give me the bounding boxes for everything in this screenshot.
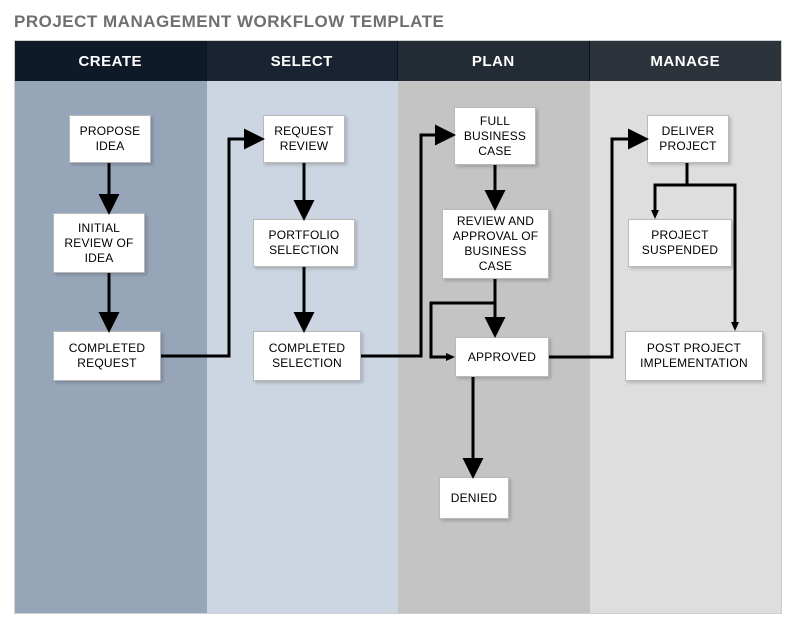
column-header-manage: MANAGE (590, 41, 782, 81)
node-full-business-case: FULL BUSINESS CASE (454, 107, 536, 165)
node-post-project-impl: POST PROJECT IMPLEMENTATION (625, 331, 763, 381)
node-completed-request: COMPLETED REQUEST (53, 331, 161, 381)
workflow-board: CREATE SELECT PLAN MANAGE PROPOSE IDEA I… (14, 40, 782, 614)
node-denied: DENIED (439, 477, 509, 519)
node-initial-review: INITIAL REVIEW OF IDEA (53, 213, 145, 273)
node-request-review: REQUEST REVIEW (263, 115, 345, 163)
node-deliver-project: DELIVER PROJECT (647, 115, 729, 163)
column-header-plan: PLAN (398, 41, 590, 81)
node-project-suspended: PROJECT SUSPENDED (628, 219, 732, 267)
column-header-select: SELECT (207, 41, 399, 81)
page-title: PROJECT MANAGEMENT WORKFLOW TEMPLATE (14, 12, 782, 32)
node-propose-idea: PROPOSE IDEA (69, 115, 151, 163)
node-review-approval: REVIEW AND APPROVAL OF BUSINESS CASE (442, 209, 549, 279)
node-approved: APPROVED (455, 337, 549, 377)
column-header-create: CREATE (15, 41, 207, 81)
node-portfolio-selection: PORTFOLIO SELECTION (253, 219, 355, 267)
node-completed-selection: COMPLETED SELECTION (253, 331, 361, 381)
